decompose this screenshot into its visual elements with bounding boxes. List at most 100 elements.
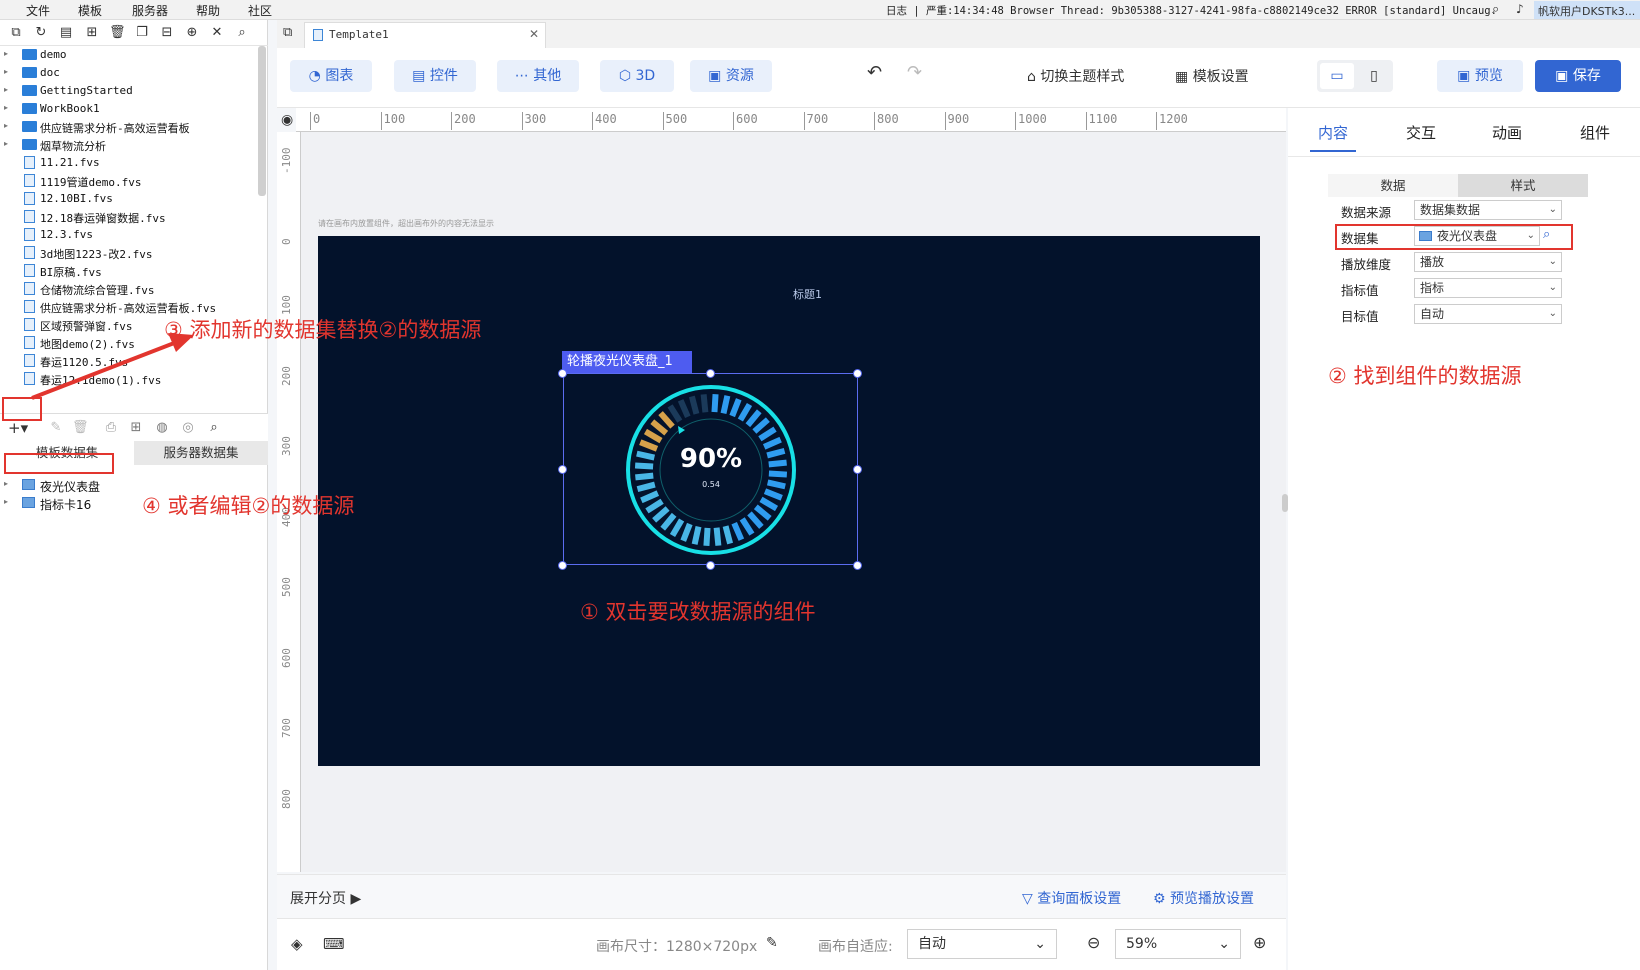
menu-community[interactable]: 社区 (248, 2, 272, 19)
resize-handle[interactable] (853, 465, 862, 474)
menu-server[interactable]: 服务器 (132, 2, 168, 19)
resize-handle[interactable] (558, 369, 567, 378)
expand-arrow-icon[interactable]: ▸ (4, 85, 8, 94)
undo-icon[interactable]: ↶ (867, 62, 882, 83)
copy-icon[interactable]: ❐ (134, 25, 150, 41)
subtab-style[interactable]: 样式 (1458, 174, 1588, 197)
tree-file[interactable]: 12.10BI.fvs (0, 190, 258, 208)
tree-file[interactable]: 春运1120.5.fvs (0, 352, 258, 370)
edit-icon[interactable]: ✎ (48, 420, 64, 436)
layers-icon[interactable]: ◈ (291, 935, 303, 953)
locate-icon[interactable]: ⊕ (184, 25, 200, 41)
fit-select[interactable]: 自动 ⌄ (907, 929, 1057, 959)
delete-icon[interactable]: 🗑 (109, 25, 126, 41)
zoom-out-icon[interactable]: ⊖ (1087, 933, 1100, 952)
bell-icon[interactable]: ♪ (1516, 2, 1524, 16)
refresh-icon[interactable]: ↻ (33, 25, 49, 41)
delete-icon[interactable]: 🗑 (72, 420, 89, 436)
user-account[interactable]: 帆软用户DKSTk3... (1534, 1, 1640, 19)
tree-file[interactable]: BI原稿.fvs (0, 262, 258, 280)
resize-handle[interactable] (706, 561, 715, 570)
tree-file[interactable]: 12.3.fvs (0, 226, 258, 244)
tree-file[interactable]: 11.21.fvs (0, 154, 258, 172)
database-icon[interactable]: ◍ (154, 420, 170, 436)
tree-folder[interactable]: ▸ demo (0, 46, 258, 64)
play-dimension-select[interactable]: 播放 ⌄ (1414, 252, 1562, 272)
tree-file[interactable]: 仓储物流综合管理.fvs (0, 280, 258, 298)
tree-file[interactable]: 1119管道demo.fvs (0, 172, 258, 190)
theme-button[interactable]: ⌂ 切换主题样式 (1027, 66, 1124, 86)
menu-help[interactable]: 帮助 (196, 2, 220, 19)
query-panel-settings-button[interactable]: ▽ 查询面板设置 (1022, 888, 1121, 908)
tree-folder[interactable]: ▸ GettingStarted (0, 82, 258, 100)
target-select[interactable]: 自动 ⌄ (1414, 304, 1562, 324)
canvas-title[interactable]: 标题1 (793, 286, 822, 302)
lock-icon[interactable]: ⊟ (159, 25, 175, 41)
tree-scrollbar[interactable] (258, 46, 266, 196)
expand-arrow-icon[interactable]: ▸ (4, 497, 8, 506)
tree-folder[interactable]: ▸ 烟草物流分析 (0, 136, 258, 154)
expand-arrow-icon[interactable]: ▸ (4, 103, 8, 112)
expand-arrow-icon[interactable]: ▸ (4, 49, 8, 58)
resource-button[interactable]: ▣ 资源 (690, 60, 772, 92)
other-button[interactable]: ⋯ 其他 (497, 60, 579, 92)
chart-button[interactable]: ◔ 图表 (290, 60, 372, 92)
tree-file[interactable]: 春运12.1demo(1).fvs (0, 370, 258, 388)
menu-file[interactable]: 文件 (26, 2, 50, 19)
tree-folder[interactable]: ▸ doc (0, 64, 258, 82)
database-lock-icon[interactable]: ◎ (180, 420, 196, 436)
preview-dataset-icon[interactable]: ⎙ (103, 420, 119, 436)
mobile-icon[interactable]: ▯ (1359, 63, 1389, 89)
expand-arrow-icon[interactable]: ▸ (4, 67, 8, 76)
resize-handle[interactable] (558, 465, 567, 474)
redo-icon[interactable]: ↷ (907, 62, 922, 83)
tree-folder[interactable]: ▸ 供应链需求分析-高效运营看板 (0, 118, 258, 136)
data-source-select[interactable]: 数据集数据 ⌄ (1414, 200, 1562, 220)
dataset-params-icon[interactable]: ⊞ (128, 420, 144, 436)
template-tab[interactable]: Template1 ✕ (304, 22, 546, 48)
expand-arrow-icon[interactable]: ▸ (4, 121, 8, 130)
export-icon[interactable]: ⊞ (84, 25, 100, 41)
close-icon[interactable]: ✕ (529, 27, 539, 41)
log-status[interactable]: 日志 | 严重:14:34:48 Browser Thread: 9b30538… (886, 3, 1498, 18)
eye-icon[interactable]: ◉ (281, 112, 293, 128)
resize-handle[interactable] (558, 561, 567, 570)
tab-component[interactable]: 组件 (1580, 122, 1610, 143)
tree-folder[interactable]: ▸ WorkBook1 (0, 100, 258, 118)
tab-content[interactable]: 内容 (1318, 122, 1348, 143)
tree-file[interactable]: 3d地图1223-改2.fvs (0, 244, 258, 262)
preview-play-settings-button[interactable]: ⚙ 预览播放设置 (1153, 888, 1254, 908)
indicator-select[interactable]: 指标 ⌄ (1414, 278, 1562, 298)
tree-file[interactable]: 12.18春运弹窗数据.fvs (0, 208, 258, 226)
subtab-data[interactable]: 数据 (1328, 174, 1458, 197)
widget-button[interactable]: ▤ 控件 (394, 60, 476, 92)
add-dataset-icon[interactable]: +▾ (8, 420, 28, 436)
new-template-icon[interactable]: ⧉ (8, 25, 24, 41)
zoom-select[interactable]: 59% ⌄ (1115, 929, 1241, 959)
keyboard-icon[interactable]: ⌨ (323, 935, 345, 953)
resize-handle[interactable] (853, 369, 862, 378)
resize-handle[interactable] (706, 369, 715, 378)
close-all-icon[interactable]: ✕ (209, 25, 225, 41)
expand-arrow-icon[interactable]: ▸ (4, 139, 8, 148)
3d-button[interactable]: ⬡ 3D (600, 60, 674, 92)
tab-animation[interactable]: 动画 (1492, 122, 1522, 143)
save-button[interactable]: ▣ 保存 (1535, 60, 1621, 92)
expand-pages-button[interactable]: 展开分页 ▶ (290, 888, 361, 908)
edit-canvas-size-icon[interactable]: ✎ (766, 935, 778, 951)
preview-button[interactable]: ▣ 预览 (1437, 60, 1523, 92)
tab-interaction[interactable]: 交互 (1406, 122, 1436, 143)
resize-handle[interactable] (853, 561, 862, 570)
tab-server-datasets[interactable]: 服务器数据集 (134, 441, 268, 465)
template-list-icon[interactable]: ⧉ (283, 25, 292, 40)
zoom-in-icon[interactable]: ⊕ (1253, 933, 1266, 952)
desktop-icon[interactable]: ▭ (1320, 63, 1354, 89)
menu-template[interactable]: 模板 (78, 2, 102, 19)
open-icon[interactable]: ▤ (58, 25, 74, 41)
gauge-widget[interactable]: 90% 0.54 (563, 373, 858, 565)
expand-arrow-icon[interactable]: ▸ (4, 479, 8, 488)
search-icon[interactable]: ⌕ (206, 420, 222, 436)
search-icon[interactable]: ⌕ (1492, 2, 1499, 17)
search-icon[interactable]: ⌕ (234, 25, 250, 41)
template-settings-button[interactable]: ▦ 模板设置 (1175, 66, 1249, 86)
